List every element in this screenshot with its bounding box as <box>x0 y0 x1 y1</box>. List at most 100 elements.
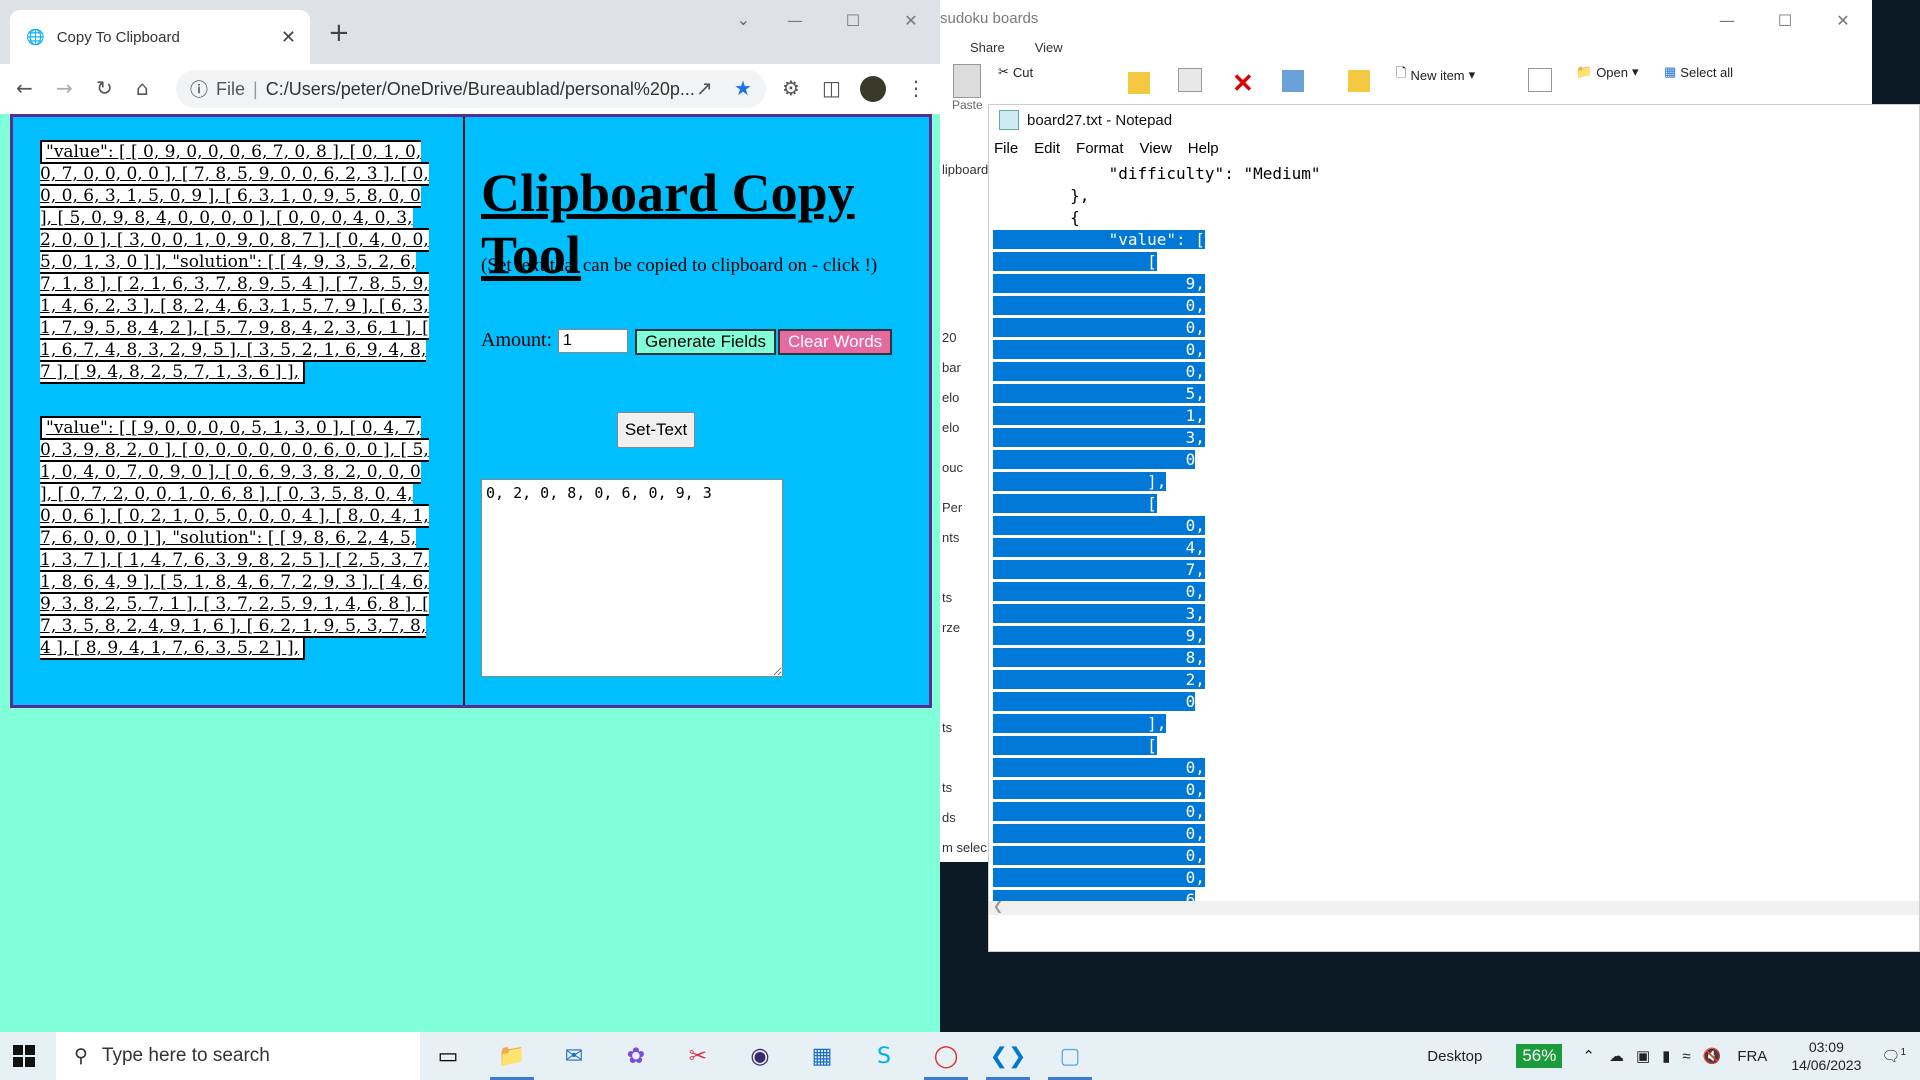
explorer-title: sudoku boards <box>940 10 1039 27</box>
menu-dots-icon[interactable]: ⋮ <box>906 76 926 100</box>
ribbon-tab-share[interactable]: Share <box>970 40 1005 64</box>
mail-icon[interactable]: ✉ <box>546 1032 602 1080</box>
maximize-button[interactable]: ☐ <box>824 0 882 40</box>
bookmark-star-icon[interactable]: ★ <box>734 76 752 100</box>
copy-icon[interactable] <box>1178 68 1202 92</box>
paste-button[interactable]: Paste <box>952 64 983 112</box>
minimize-button[interactable]: — <box>766 0 824 40</box>
chrome-window: 🌐 Copy To Clipboard ✕ + ⌄ — ☐ ✕ ← → ↻ ⌂ … <box>0 0 940 1032</box>
volume-muted-icon[interactable]: 🔇 <box>1703 1047 1722 1065</box>
nav-item[interactable]: Per <box>942 500 962 515</box>
nav-item[interactable]: elo <box>942 420 959 435</box>
new-tab-button[interactable]: + <box>328 18 350 48</box>
nav-item[interactable]: nts <box>942 530 959 545</box>
maximize-button[interactable]: ☐ <box>1756 0 1814 40</box>
generate-fields-button[interactable]: Generate Fields <box>635 329 776 355</box>
show-hidden-icons[interactable]: ⌃ <box>1582 1047 1595 1065</box>
address-bar[interactable]: ⓘ File | C:/Users/peter/OneDrive/Bureaub… <box>176 70 766 108</box>
output-textarea[interactable] <box>481 479 783 677</box>
nav-item[interactable]: rze <box>942 620 960 635</box>
skype-icon[interactable]: S <box>856 1032 912 1080</box>
battery-icon[interactable]: ▮ <box>1662 1047 1670 1065</box>
notepad-titlebar[interactable]: board27.txt - Notepad <box>989 105 1919 135</box>
menu-file[interactable]: File <box>994 140 1018 157</box>
notepad-taskbar-icon[interactable]: ▢ <box>1042 1032 1098 1080</box>
cut-button[interactable]: ✂ Cut <box>998 64 1033 80</box>
nav-item[interactable]: 20 <box>942 330 956 345</box>
clear-words-button[interactable]: Clear Words <box>778 329 893 355</box>
close-button[interactable]: ✕ <box>1814 0 1872 40</box>
selected-text: 0, <box>993 824 1205 843</box>
explorer-titlebar[interactable]: sudoku boards — ☐ ✕ <box>940 0 1872 40</box>
properties-icon[interactable] <box>1528 68 1552 92</box>
reload-icon[interactable]: ↻ <box>96 76 113 100</box>
calculator-icon[interactable]: ▦ <box>794 1032 850 1080</box>
onedrive-icon[interactable]: ☁ <box>1609 1047 1624 1065</box>
wifi-icon[interactable]: ≈ <box>1682 1048 1690 1065</box>
nav-item[interactable]: bar <box>942 360 961 375</box>
nav-item[interactable]: ouc <box>942 460 963 475</box>
nav-item[interactable]: ts <box>942 780 952 795</box>
menu-format[interactable]: Format <box>1076 140 1124 157</box>
ribbon-tab-view[interactable]: View <box>1035 40 1063 64</box>
line-text: "difficulty": "Medium" <box>993 164 1321 183</box>
horizontal-scrollbar[interactable]: ❮ <box>989 899 1919 915</box>
notepad-line: 0, <box>993 581 1919 603</box>
eclipse-icon[interactable]: ◉ <box>732 1032 788 1080</box>
vscode-icon[interactable]: ❮❯ <box>980 1032 1036 1080</box>
board-text[interactable]: "value": [ [ 0, 9, 0, 0, 0, 6, 7, 0, 8 ]… <box>40 140 429 384</box>
board-entry[interactable]: "value": [ [ 9, 0, 0, 0, 0, 5, 1, 3, 0 ]… <box>40 416 432 660</box>
tab-search-icon[interactable]: ⌄ <box>737 10 750 29</box>
board-entry[interactable]: "value": [ [ 0, 9, 0, 0, 0, 6, 7, 0, 8 ]… <box>40 140 432 384</box>
menu-view[interactable]: View <box>1140 140 1172 157</box>
file-explorer-icon[interactable]: 📁 <box>484 1032 540 1080</box>
extensions-icon[interactable]: ⚙ <box>782 76 800 100</box>
select-all-button[interactable]: ▦ Select all <box>1664 64 1733 80</box>
folder-icon[interactable] <box>1348 70 1370 92</box>
notepad-line: 0 <box>993 449 1919 471</box>
notepad-editor[interactable]: "difficulty": "Medium" }, { "value": [ [… <box>993 163 1919 901</box>
nav-item[interactable]: ts <box>942 720 952 735</box>
amount-input[interactable] <box>558 329 628 353</box>
notification-center-icon[interactable]: 🗨1 <box>1881 1047 1906 1065</box>
delete-icon[interactable]: ✕ <box>1232 68 1254 99</box>
menu-help[interactable]: Help <box>1188 140 1219 157</box>
task-view-icon[interactable]: ▭ <box>420 1032 476 1080</box>
home-icon[interactable]: ⌂ <box>136 76 149 100</box>
nav-item[interactable]: ds <box>942 810 956 825</box>
nav-item[interactable]: lipboard <box>942 162 988 177</box>
copilot-icon[interactable]: ✿ <box>608 1032 664 1080</box>
language-indicator[interactable]: FRA <box>1737 1048 1767 1065</box>
minimize-button[interactable]: — <box>1698 0 1756 40</box>
notepad-line: 9, <box>993 625 1919 647</box>
clock[interactable]: 03:09 14/06/2023 <box>1791 1038 1861 1074</box>
nav-item[interactable]: elo <box>942 390 959 405</box>
new-item-button[interactable]: 🗋 New item ▾ <box>1396 64 1475 86</box>
profile-avatar[interactable] <box>860 76 886 102</box>
nav-item[interactable]: ts <box>942 590 952 605</box>
chrome-icon[interactable]: ◯ <box>918 1032 974 1080</box>
desktop-toolbar-label[interactable]: Desktop <box>1427 1048 1482 1065</box>
menu-edit[interactable]: Edit <box>1034 140 1060 157</box>
share-icon[interactable]: ↗ <box>696 76 713 100</box>
date-text: 14/06/2023 <box>1791 1057 1862 1073</box>
notepad-line: "value": [ <box>993 229 1919 251</box>
back-icon[interactable]: ← <box>16 76 33 100</box>
forward-icon[interactable]: → <box>56 76 73 100</box>
tab-close-icon[interactable]: ✕ <box>281 27 296 48</box>
open-button[interactable]: 📁 Open ▾ <box>1576 64 1639 80</box>
device-icon[interactable]: ▣ <box>1636 1047 1650 1065</box>
selected-text: "value": [ <box>993 230 1205 249</box>
rename-icon[interactable] <box>1282 70 1304 92</box>
scroll-left-icon[interactable]: ❮ <box>993 899 1003 913</box>
close-button[interactable]: ✕ <box>882 0 940 40</box>
browser-tab[interactable]: 🌐 Copy To Clipboard ✕ <box>10 10 310 64</box>
side-panel-icon[interactable]: ◫ <box>822 76 841 100</box>
set-text-button[interactable]: Set-Text <box>617 412 695 448</box>
board-text[interactable]: "value": [ [ 9, 0, 0, 0, 0, 5, 1, 3, 0 ]… <box>40 416 429 660</box>
notepad-line: 0, <box>993 317 1919 339</box>
windows-start-icon[interactable] <box>0 1032 48 1080</box>
taskbar-search-box[interactable]: ⚲ Type here to search <box>56 1032 420 1080</box>
snipping-tool-icon[interactable]: ✂ <box>670 1032 726 1080</box>
new-folder-icon[interactable] <box>1128 72 1150 94</box>
